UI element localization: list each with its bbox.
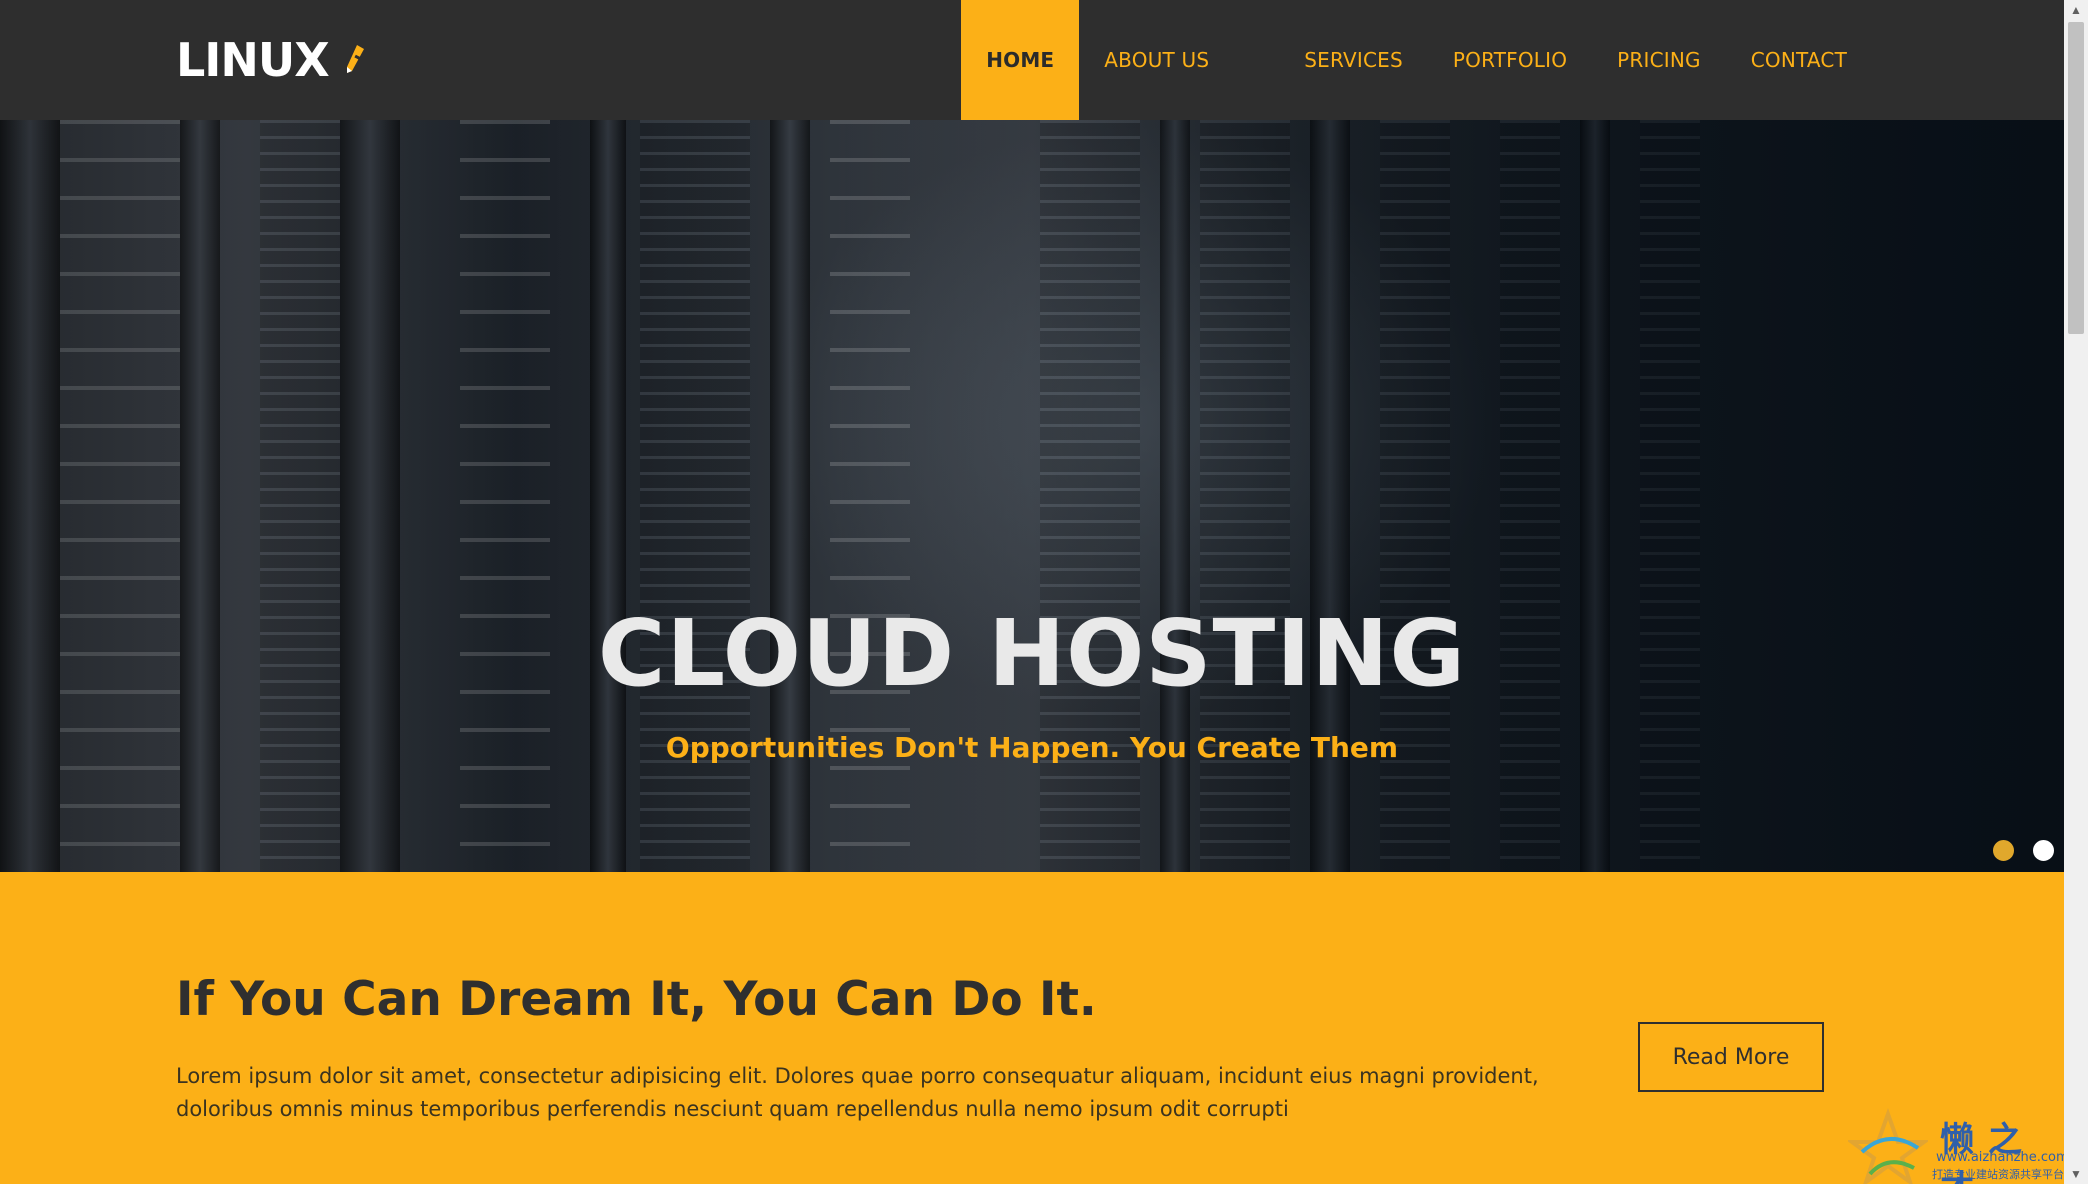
slider-pagination xyxy=(1993,840,2054,861)
pencil-icon xyxy=(346,45,364,73)
brand-logo[interactable]: LINUX xyxy=(176,30,367,90)
callout-title: If You Can Dream It, You Can Do It. xyxy=(176,972,1097,1027)
scroll-thumb[interactable] xyxy=(2068,22,2084,334)
callout-section: If You Can Dream It, You Can Do It. Lore… xyxy=(0,872,2064,1184)
hero-title: CLOUD HOSTING xyxy=(597,600,1467,707)
watermark-url: www.aizhanzhe.com xyxy=(1936,1150,2069,1165)
nav-contact[interactable]: CONTACT xyxy=(1726,0,1872,120)
slider-dot-2[interactable] xyxy=(2033,840,2054,861)
top-navbar: LINUX HOME ABOUT US SERVICES PORTFOLIO P… xyxy=(0,0,2064,120)
hero-slider: CLOUD HOSTING Opportunities Don't Happen… xyxy=(0,120,2064,872)
scroll-down-icon[interactable]: ▼ xyxy=(2068,1166,2084,1182)
hero-subtitle: Opportunities Don't Happen. You Create T… xyxy=(665,731,1399,764)
nav-home[interactable]: HOME xyxy=(961,0,1080,120)
read-more-button[interactable]: Read More xyxy=(1638,1022,1824,1092)
watermark-slogan: 打造专业建站资源共享平台 xyxy=(1932,1168,2064,1181)
callout-text: Lorem ipsum dolor sit amet, consectetur … xyxy=(176,1064,1539,1121)
brand-name: LINUX xyxy=(176,33,330,87)
nav-portfolio[interactable]: PORTFOLIO xyxy=(1428,0,1592,120)
scroll-up-icon[interactable]: ▲ xyxy=(2068,2,2084,18)
slider-dot-1[interactable] xyxy=(1993,840,2014,861)
nav-pricing[interactable]: PRICING xyxy=(1592,0,1726,120)
watermark: 懒之才 www.aizhanzhe.com 打造专业建站资源共享平台 xyxy=(1848,1106,2078,1184)
vertical-scrollbar[interactable]: ▲ ▼ xyxy=(2064,0,2088,1184)
nav-services[interactable]: SERVICES xyxy=(1279,0,1428,120)
nav-about-us[interactable]: ABOUT US xyxy=(1079,0,1279,120)
star-logo-icon xyxy=(1848,1108,1928,1184)
main-nav: HOME ABOUT US SERVICES PORTFOLIO PRICING… xyxy=(961,0,1872,120)
